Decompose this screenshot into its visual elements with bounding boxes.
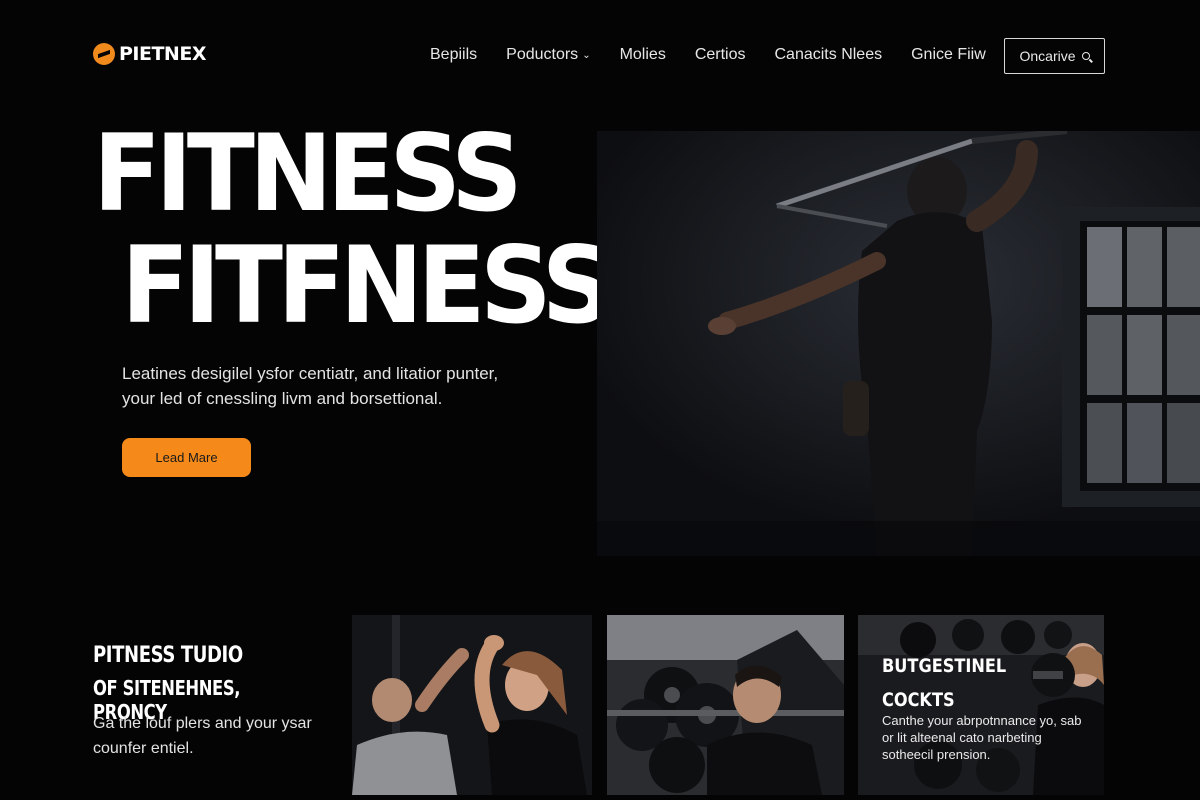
studio-description: Ga the louf plers and your ysar counfer … xyxy=(93,715,312,757)
learn-more-button[interactable]: Lead Mare xyxy=(122,438,251,477)
search-button-label: Oncarive xyxy=(1019,48,1076,64)
main-nav: Bepiils Poductors ⌄ Molies Certios Canac… xyxy=(430,46,986,64)
hero-title-line2: FITFNESS xyxy=(121,224,613,347)
hero-title: FITNESS FITFNESS xyxy=(93,118,613,347)
search-button[interactable]: Oncarive xyxy=(1004,38,1105,74)
nav-item-molies[interactable]: Molies xyxy=(620,46,666,64)
search-icon xyxy=(1081,52,1090,60)
brand-name: PIETNEX xyxy=(119,43,206,65)
nav-item-gnice-fiiw[interactable]: Gnice Fiiw xyxy=(911,46,986,64)
nav-item-poductors[interactable]: Poductors ⌄ xyxy=(506,46,590,64)
hero-description: Leatines desigilel ysfor centiatr, and l… xyxy=(122,364,499,408)
nav-item-certios[interactable]: Certios xyxy=(695,46,746,64)
brand-logo[interactable]: PIETNEX xyxy=(93,43,206,65)
tile-dumbbell-athlete[interactable]: BUTGESTINEL COCKTS Canthe your abrpotnna… xyxy=(858,615,1104,795)
tile3-title-line1: BUTGESTINEL xyxy=(882,655,1007,677)
tile3-description: Canthe your abrpotnnance yo, sab or lit … xyxy=(882,713,1082,762)
hero-title-line1: FITNESS xyxy=(93,112,523,235)
group-workout-photo xyxy=(352,615,592,795)
nav-item-canacits-nlees[interactable]: Canacits Nlees xyxy=(775,46,883,64)
tile3-title: BUTGESTINEL COCKTS xyxy=(882,649,1052,717)
chevron-down-icon: ⌄ xyxy=(582,49,591,61)
pull-up-athlete-photo xyxy=(597,131,1200,556)
weights-trainer-photo xyxy=(607,615,844,795)
nav-item-poductors-label: Poductors xyxy=(506,46,579,63)
studio-title-line1: PITNESS TUDIO xyxy=(93,643,243,668)
hero-image xyxy=(597,131,1200,556)
nav-item-bepiils[interactable]: Bepiils xyxy=(430,46,477,64)
brand-logo-icon xyxy=(93,43,115,65)
tile-group-workout[interactable] xyxy=(352,615,592,795)
tile-weights-trainer[interactable] xyxy=(607,615,844,795)
